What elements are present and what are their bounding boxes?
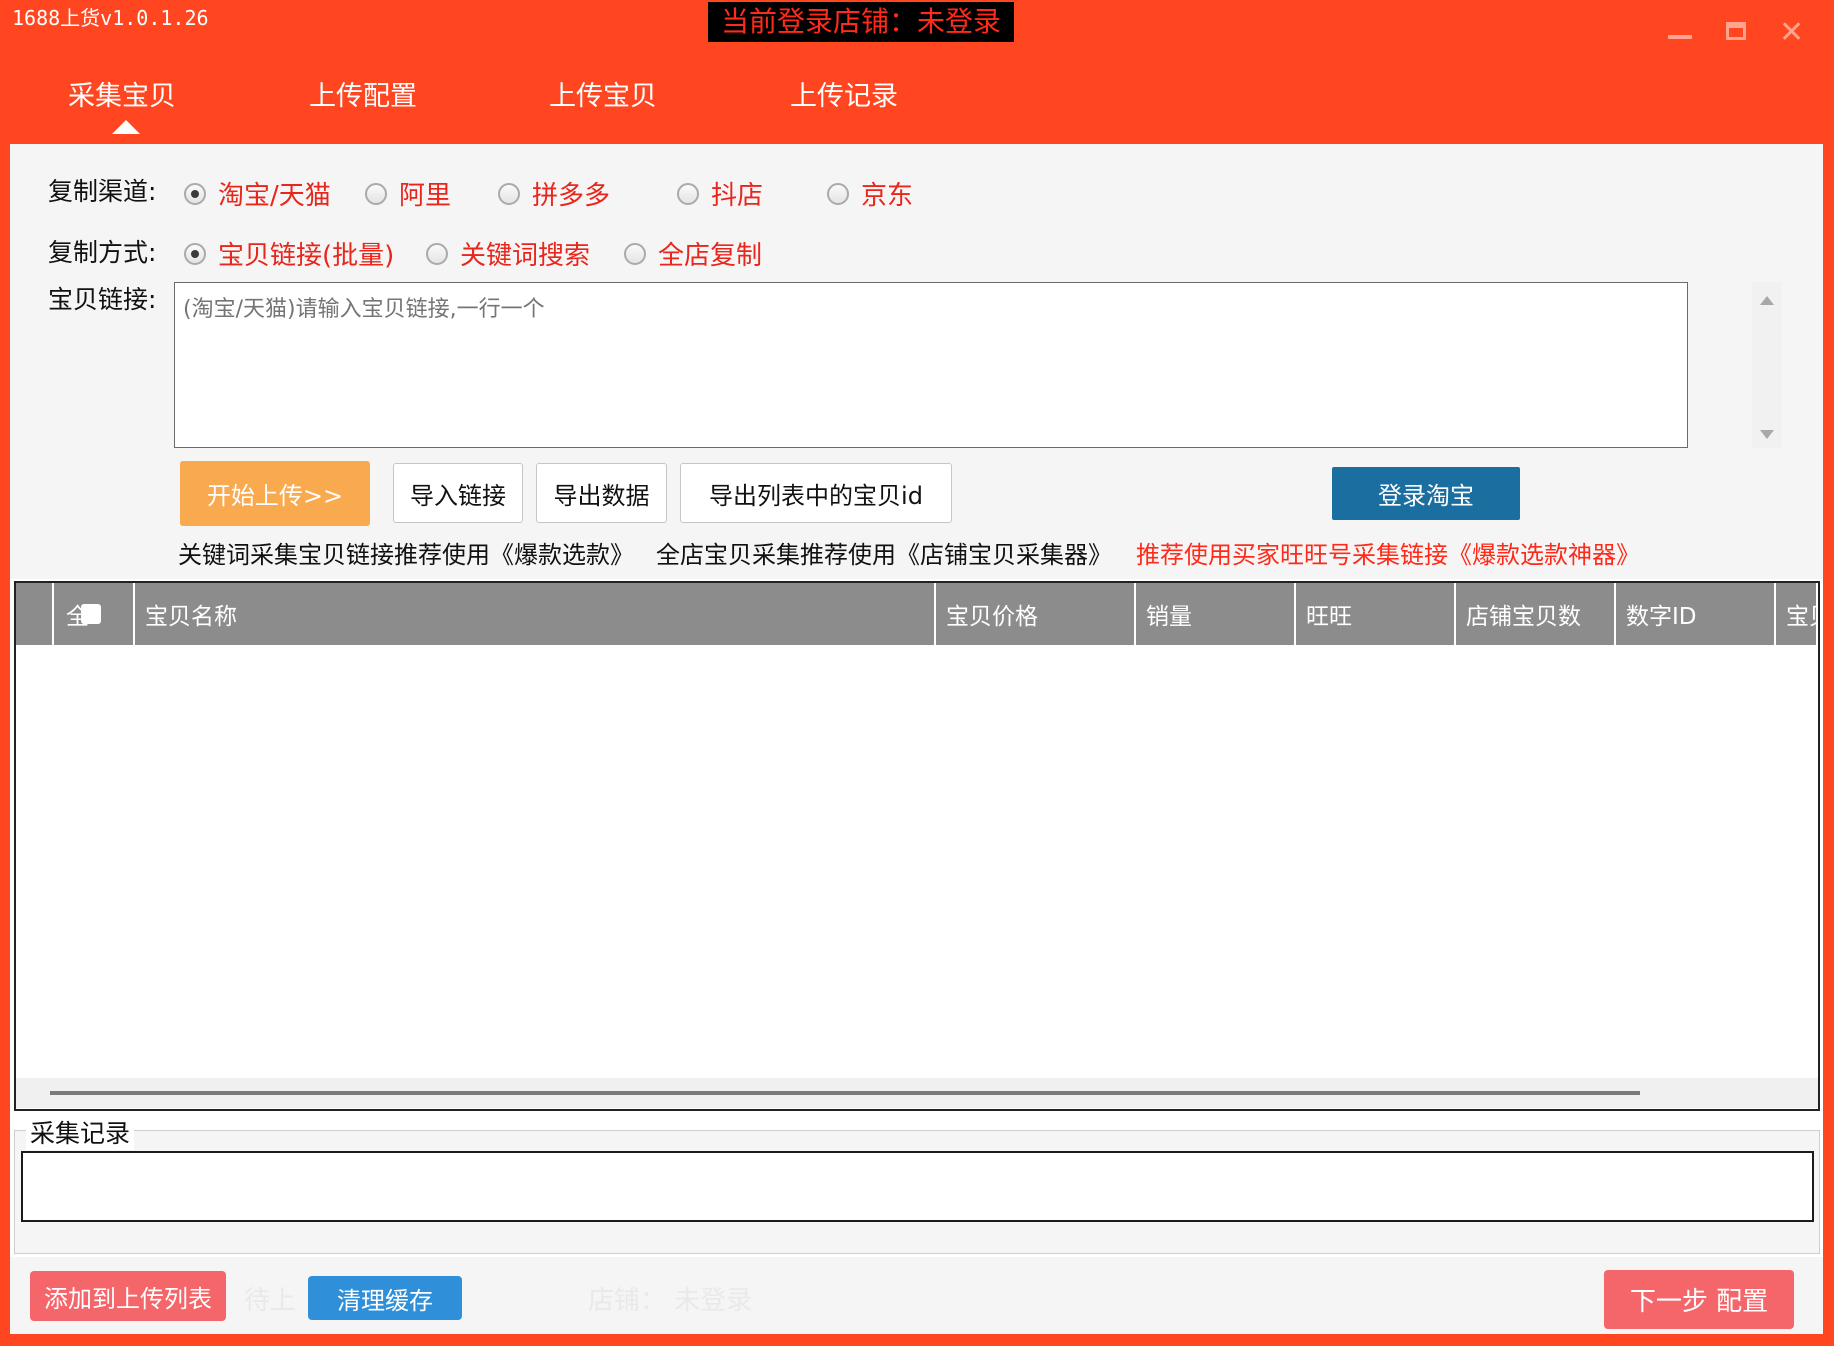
add-to-upload-list-button[interactable]: 添加到上传列表 (30, 1271, 226, 1321)
select-all-header[interactable]: 全 (54, 583, 135, 645)
radio-unchecked-icon (827, 182, 849, 205)
radio-label: 宝贝链接(批量) (218, 241, 395, 271)
column-item-more[interactable]: 宝贝 (1776, 583, 1818, 645)
column-numeric-id[interactable]: 数字ID (1616, 583, 1776, 645)
radio-label: 关键词搜索 (460, 241, 591, 271)
tip-store-tool: 全店宝贝采集推荐使用《店铺宝贝采集器》 (656, 541, 1112, 569)
copy-channel-label: 复制渠道: (48, 177, 157, 206)
tab-upload-items[interactable]: 上传宝贝 (549, 74, 657, 113)
radio-channel-jd[interactable]: 京东 (827, 175, 913, 212)
copy-method-label: 复制方式: (48, 238, 157, 267)
tip-keyword-tool: 关键词采集宝贝链接推荐使用《爆款选款》 (178, 541, 634, 569)
tab-collect[interactable]: 采集宝贝 (68, 74, 176, 113)
tab-upload-log[interactable]: 上传记录 (790, 74, 898, 113)
radio-unchecked-icon (677, 182, 699, 205)
radio-channel-ali[interactable]: 阿里 (365, 175, 451, 212)
column-store-item-count[interactable]: 店铺宝贝数 (1456, 583, 1616, 645)
radio-checked-icon (184, 242, 206, 265)
tab-upload-config[interactable]: 上传配置 (309, 74, 417, 113)
select-all-checkbox[interactable] (81, 604, 101, 624)
start-upload-button[interactable]: 开始上传>> (180, 461, 370, 526)
tip-buyer-tool: 推荐使用买家旺旺号采集链接《爆款选款神器》 (1136, 541, 1640, 569)
active-tab-indicator (112, 120, 140, 134)
login-taobao-button[interactable]: 登录淘宝 (1332, 467, 1520, 520)
collect-log-box[interactable] (21, 1151, 1814, 1222)
radio-label: 拼多多 (532, 181, 611, 211)
column-sales[interactable]: 销量 (1136, 583, 1296, 645)
maximize-button[interactable] (1726, 22, 1746, 40)
radio-label: 京东 (861, 181, 914, 211)
textarea-scrollbar[interactable] (1752, 282, 1782, 448)
radio-channel-doudian[interactable]: 抖店 (677, 175, 763, 212)
export-data-button[interactable]: 导出数据 (536, 463, 667, 523)
radio-unchecked-icon (498, 182, 520, 205)
app-title: 1688上货v1.0.1.26 (12, 6, 209, 30)
radio-label: 淘宝/天猫 (218, 181, 331, 211)
radio-label: 全店复制 (658, 241, 763, 271)
collect-log-legend: 采集记录 (26, 1114, 135, 1150)
clear-cache-button[interactable]: 清理缓存 (308, 1276, 462, 1320)
next-step-config-button[interactable]: 下一步 配置 (1604, 1270, 1794, 1329)
close-button[interactable]: ✕ (1779, 18, 1804, 48)
radio-method-item-links[interactable]: 宝贝链接(批量) (184, 235, 394, 272)
scroll-up-icon[interactable] (1760, 296, 1774, 305)
radio-method-whole-store[interactable]: 全店复制 (624, 235, 762, 272)
column-item-price[interactable]: 宝贝价格 (936, 583, 1136, 645)
radio-label: 阿里 (399, 181, 452, 211)
export-item-ids-button[interactable]: 导出列表中的宝贝id (680, 463, 952, 523)
store-login-banner: 当前登录店铺：未登录 (708, 2, 1014, 42)
item-link-label: 宝贝链接: (48, 285, 157, 314)
store-status-label: 店铺： 未登录 (588, 1286, 753, 1316)
radio-channel-pdd[interactable]: 拼多多 (498, 175, 610, 212)
item-table (14, 581, 1820, 1111)
import-links-button[interactable]: 导入链接 (393, 463, 523, 523)
radio-checked-icon (184, 182, 206, 205)
radio-channel-taobao[interactable]: 淘宝/天猫 (184, 175, 331, 212)
scroll-down-icon[interactable] (1760, 430, 1774, 439)
pending-upload-label: 待上 (244, 1286, 297, 1316)
radio-method-keyword[interactable]: 关键词搜索 (426, 235, 590, 272)
row-header-corner (16, 583, 54, 645)
table-header: 全 宝贝名称 宝贝价格 销量 旺旺 店铺宝贝数 数字ID 宝贝 (16, 583, 1818, 645)
column-wangwang[interactable]: 旺旺 (1296, 583, 1456, 645)
item-link-textarea[interactable] (174, 282, 1688, 448)
radio-unchecked-icon (365, 182, 387, 205)
radio-unchecked-icon (624, 242, 646, 265)
minimize-button[interactable] (1668, 35, 1692, 39)
scrollbar-thumb[interactable] (50, 1091, 1640, 1095)
radio-unchecked-icon (426, 242, 448, 265)
radio-label: 抖店 (711, 181, 764, 211)
column-item-name[interactable]: 宝贝名称 (135, 583, 936, 645)
